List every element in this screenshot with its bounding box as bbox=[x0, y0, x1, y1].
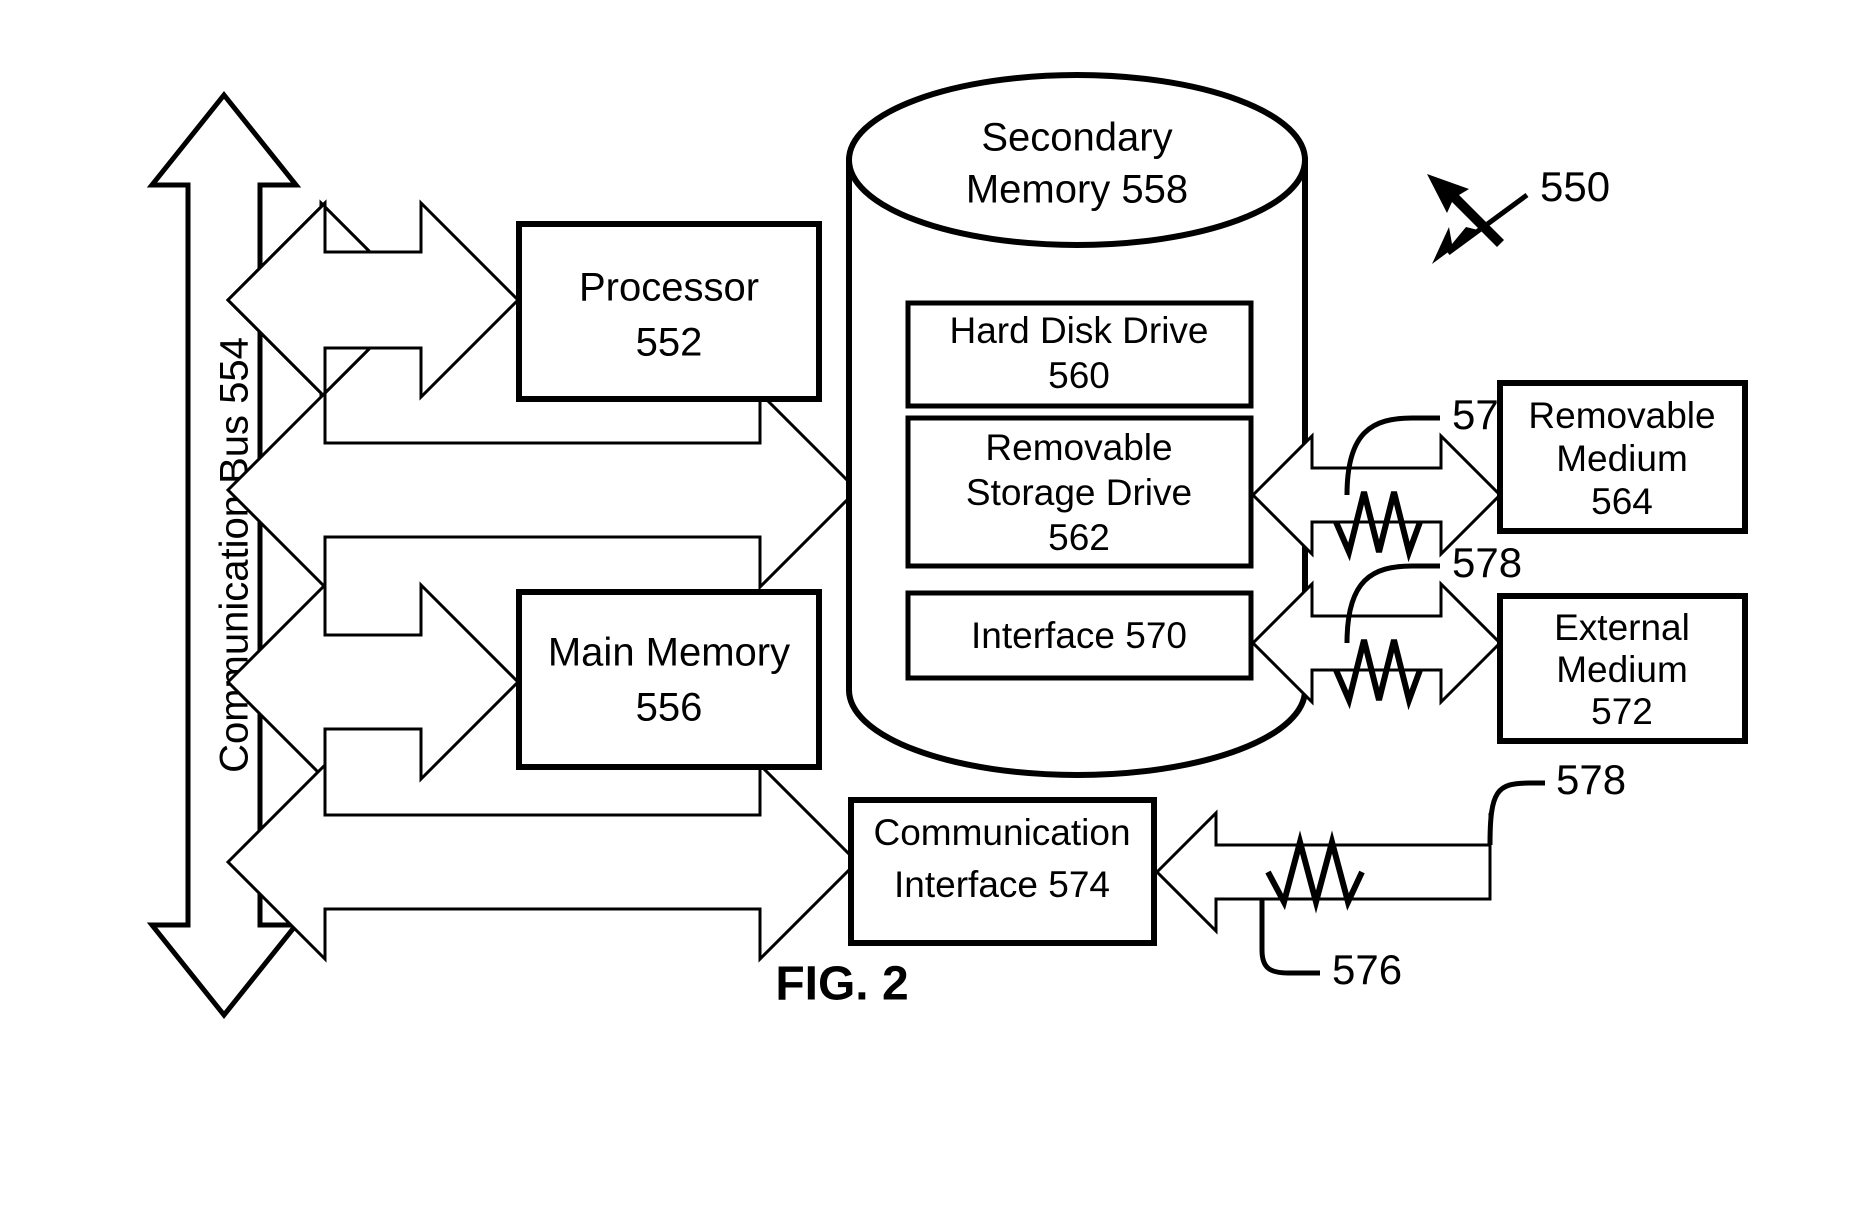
communication-interface-connector bbox=[225, 761, 860, 963]
link-578-bottom-leader bbox=[1487, 780, 1545, 846]
bus-to-communication-interface-connector bbox=[225, 761, 860, 963]
removable-medium-label-line1: Removable bbox=[1528, 395, 1715, 436]
external-medium-block: External Medium 572 bbox=[1497, 593, 1748, 744]
external-medium-label-line2: Medium bbox=[1556, 649, 1688, 690]
main-memory-connector bbox=[225, 581, 521, 783]
communication-bus-label: Communication Bus 554 bbox=[213, 337, 257, 773]
figure-canvas: Communication Bus 554 Processor 552 Main… bbox=[146, 72, 1748, 1020]
system-reference-arrow-tip bbox=[1432, 227, 1478, 264]
removable-medium-label-line2: Medium bbox=[1556, 438, 1688, 479]
removable-storage-drive-label-line3: 562 bbox=[1048, 517, 1110, 558]
processor-label-line2: 552 bbox=[636, 321, 703, 365]
bus-to-secondary-memory-connector bbox=[225, 389, 860, 591]
processor-connector bbox=[225, 199, 521, 401]
processor-label-line1: Processor bbox=[579, 266, 759, 310]
processor-block: Processor 552 bbox=[516, 221, 822, 402]
removable-storage-drive-label-line1: Removable bbox=[985, 427, 1172, 468]
link-communication-signal: 578 576 bbox=[1154, 756, 1626, 993]
processor-box bbox=[516, 221, 822, 402]
removable-storage-drive-block: Removable Storage Drive 562 bbox=[905, 415, 1254, 569]
bus-to-processor-connector bbox=[225, 199, 521, 401]
hard-disk-drive-label-line1: Hard Disk Drive bbox=[949, 310, 1208, 351]
cylinder-top-ellipse bbox=[846, 72, 1308, 248]
main-memory-block: Main Memory 556 bbox=[516, 589, 822, 770]
signal-576-label: 576 bbox=[1332, 946, 1402, 993]
communication-interface-block: Communication Interface 574 bbox=[848, 797, 1157, 946]
communication-interface-label-line2: Interface 574 bbox=[894, 864, 1110, 905]
link-578-middle-label: 578 bbox=[1452, 539, 1522, 586]
secondary-memory-connector bbox=[225, 389, 860, 591]
link-578-bottom-label: 578 bbox=[1556, 756, 1626, 803]
secondary-memory-label-line2: Memory 558 bbox=[966, 168, 1188, 212]
signal-576-leader bbox=[1259, 899, 1320, 976]
main-memory-label-line2: 556 bbox=[636, 686, 703, 730]
patent-figure-2: Communication Bus 554 Processor 552 Main… bbox=[0, 0, 1875, 1205]
removable-storage-drive-label-line2: Storage Drive bbox=[966, 472, 1192, 513]
system-reference-label: 550 bbox=[1540, 163, 1610, 210]
figure-caption: FIG. 2 bbox=[775, 958, 908, 1011]
main-memory-box bbox=[516, 589, 822, 770]
removable-medium-block: Removable Medium 564 bbox=[1497, 380, 1748, 534]
secondary-memory-label-line1: Secondary bbox=[981, 116, 1172, 160]
external-medium-label-line1: External bbox=[1554, 607, 1690, 648]
system-reference-550: 550 bbox=[1427, 163, 1610, 264]
interface-block: Interface 570 bbox=[905, 590, 1254, 681]
hard-disk-drive-label-line2: 560 bbox=[1048, 355, 1110, 396]
removable-medium-label-line3: 564 bbox=[1591, 481, 1653, 522]
external-medium-label-line3: 572 bbox=[1591, 691, 1653, 732]
bus-to-main-memory-connector bbox=[225, 581, 521, 783]
communication-interface-label-line1: Communication bbox=[873, 812, 1130, 853]
hard-disk-drive-block: Hard Disk Drive 560 bbox=[905, 300, 1254, 409]
interface-label-line1: Interface 570 bbox=[971, 615, 1187, 656]
main-memory-label-line1: Main Memory bbox=[548, 631, 790, 675]
